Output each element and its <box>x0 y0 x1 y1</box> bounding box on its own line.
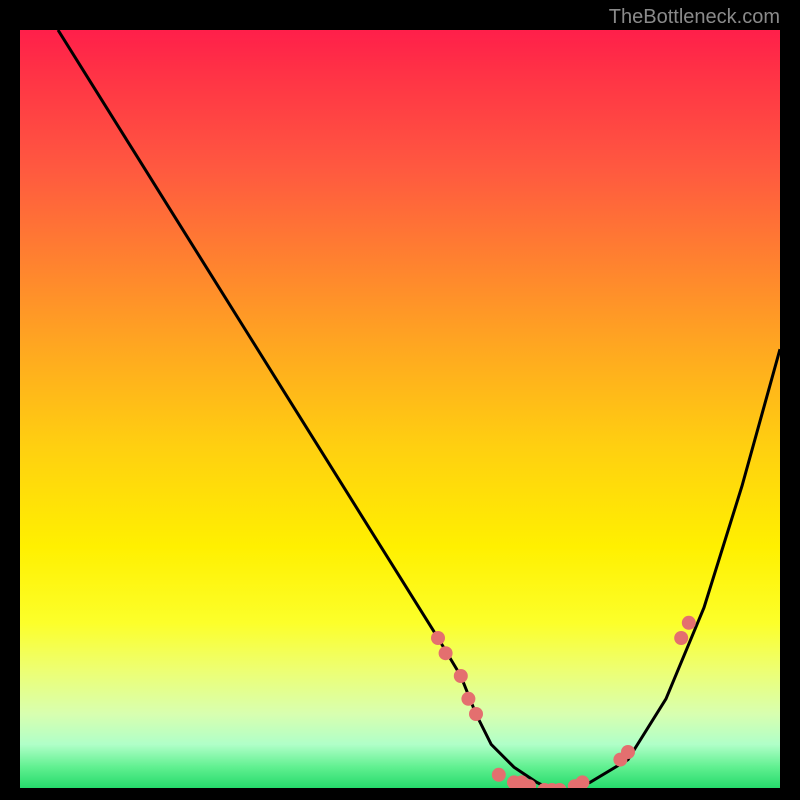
data-marker <box>439 646 453 660</box>
data-marker <box>674 631 688 645</box>
data-marker <box>621 745 635 759</box>
data-marker <box>682 616 696 630</box>
watermark-text: TheBottleneck.com <box>609 6 780 29</box>
data-marker <box>461 692 475 706</box>
data-marker <box>492 768 506 782</box>
data-marker <box>431 631 445 645</box>
markers-group <box>431 616 696 790</box>
data-marker <box>469 707 483 721</box>
chart-container: TheBottleneck.com <box>0 0 800 800</box>
plot-area <box>20 30 780 790</box>
bottleneck-curve <box>58 30 780 790</box>
curve-svg <box>20 30 780 790</box>
data-marker <box>575 775 589 789</box>
data-marker <box>454 669 468 683</box>
